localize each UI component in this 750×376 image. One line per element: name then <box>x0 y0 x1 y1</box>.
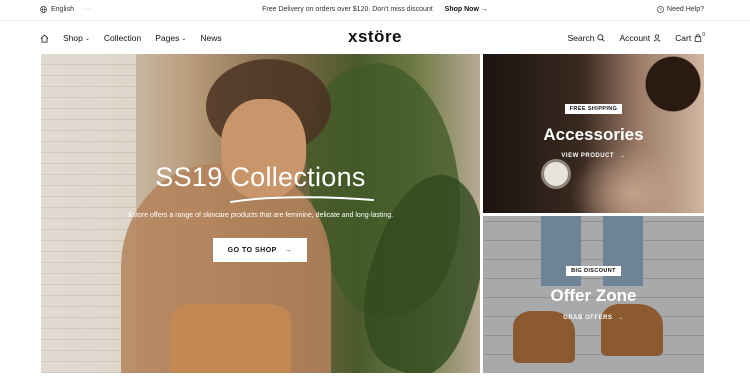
svg-text:?: ? <box>659 7 662 12</box>
arrow-right-icon: → <box>617 315 624 321</box>
shop-now-link[interactable]: Shop Now → <box>445 6 488 13</box>
hero-underline-swoosh <box>230 196 374 203</box>
cart-button[interactable]: Cart 0 <box>675 32 705 43</box>
promo-banner: Free Delivery on orders over $120. Don't… <box>0 6 750 13</box>
go-to-shop-label: GO TO SHOP <box>227 246 277 254</box>
arrow-right-icon: → <box>284 246 293 254</box>
accessories-title: Accessories <box>543 125 644 144</box>
help-link[interactable]: ? Need Help? <box>657 6 704 13</box>
hero-banner[interactable]: SS19 Collections Xstore offers a range o… <box>41 54 480 373</box>
user-icon <box>653 34 661 42</box>
view-product-link[interactable]: VIEW PRODUCT → <box>483 153 704 159</box>
grab-offers-link[interactable]: GRAB OFFERS → <box>483 315 704 321</box>
hero-title: SS19 Collections <box>155 162 366 192</box>
help-circle-icon: ? <box>657 6 664 13</box>
grab-offers-label: GRAB OFFERS <box>563 315 613 321</box>
view-product-label: VIEW PRODUCT <box>561 153 615 159</box>
hero-model-top <box>171 304 291 373</box>
nav-right: Search Account Cart 0 <box>568 32 706 43</box>
go-to-shop-button[interactable]: GO TO SHOP → <box>213 238 307 262</box>
free-shipping-badge: FREE SHIPPING <box>564 104 623 114</box>
cart-label: Cart <box>675 33 692 43</box>
boot-image <box>601 304 663 356</box>
account-button[interactable]: Account <box>619 33 661 43</box>
promo-text: Free Delivery on orders over $120. Don't… <box>262 6 433 13</box>
arrow-right-icon: → <box>619 153 626 159</box>
help-label: Need Help? <box>667 6 704 13</box>
big-discount-badge: BIG DISCOUNT <box>566 266 621 276</box>
hero-subtitle: Xstore offers a range of skincare produc… <box>127 212 394 219</box>
search-icon <box>597 34 606 42</box>
offer-zone-banner[interactable]: BIG DISCOUNT Offer Zone GRAB OFFERS → <box>483 216 704 373</box>
accessories-banner[interactable]: FREE SHIPPING Accessories VIEW PRODUCT → <box>483 54 704 213</box>
bag-icon <box>695 34 702 42</box>
top-bar: English ··· Free Delivery on orders over… <box>0 0 750 21</box>
main-nav: Shop ⌄ Collection Pages ⌄ News xstöre Se… <box>0 22 750 54</box>
search-button[interactable]: Search <box>568 33 606 43</box>
cart-count: 0 <box>702 32 705 38</box>
watch-image <box>541 159 571 189</box>
account-label: Account <box>619 33 651 43</box>
offer-zone-title: Offer Zone <box>550 286 637 305</box>
search-label: Search <box>567 33 595 43</box>
